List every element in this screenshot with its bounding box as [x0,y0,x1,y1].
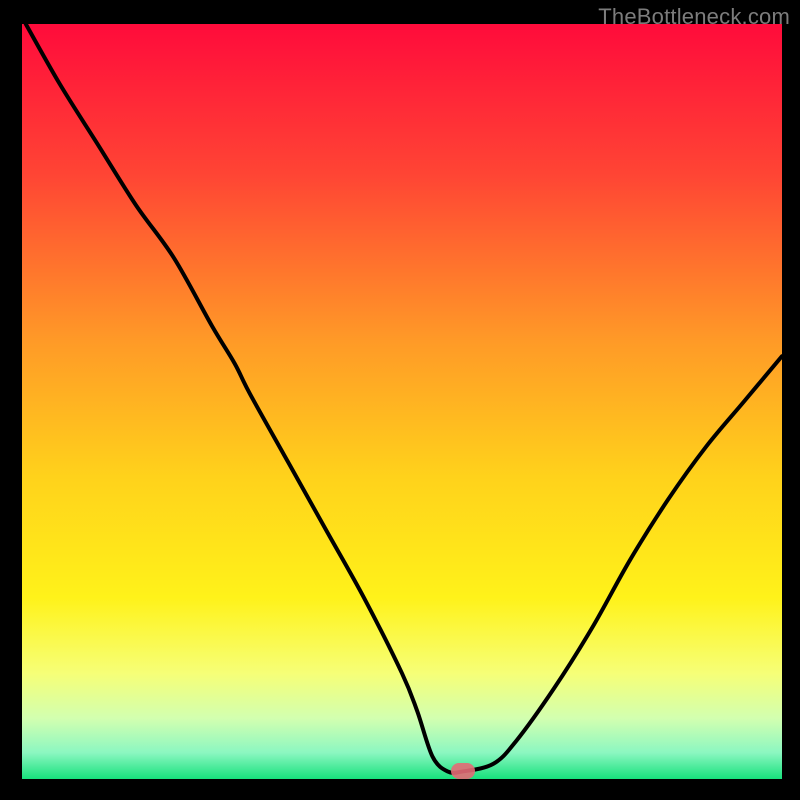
chart-stage: TheBottleneck.com [0,0,800,800]
plot-area [22,24,782,779]
bottleneck-curve [22,24,782,779]
optimal-point-marker [451,763,475,779]
